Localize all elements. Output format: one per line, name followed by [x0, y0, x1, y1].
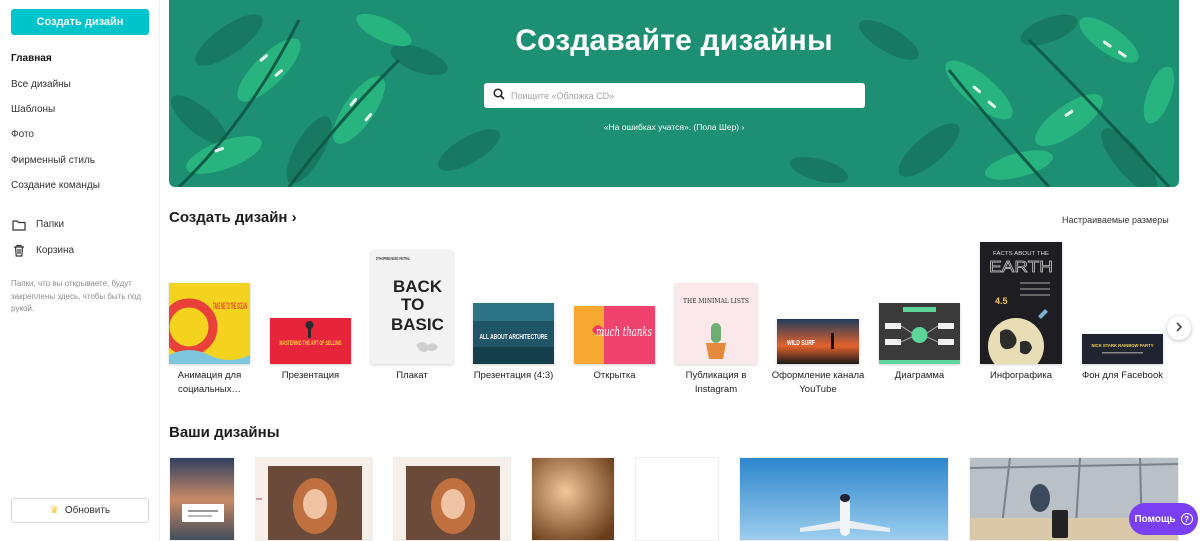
question-icon: ? [1180, 513, 1193, 525]
design-thumb-airplane[interactable] [739, 457, 949, 541]
template-thumb-text: much thanks [596, 325, 652, 340]
template-thumb-subtext: 20TH SPRING MUSIC FESTIVAL [376, 256, 410, 261]
svg-text:BACK: BACK [393, 277, 443, 296]
design-thumb-portrait-1[interactable] [255, 457, 373, 541]
template-thumb: much thanks [574, 306, 655, 364]
template-thumb: MASTERING THE ART OF SELLING [270, 318, 351, 364]
sidebar-item-folders[interactable]: Папки [11, 212, 74, 238]
template-label: Анимация для социальных… [177, 370, 242, 395]
template-thumb: FACTS ABOUT THE EARTH 4.5 [980, 242, 1062, 364]
custom-size-link[interactable]: Настраиваемые размеры [1062, 215, 1169, 225]
search-box[interactable] [484, 83, 865, 108]
template-thumb: WILD SURF [777, 319, 859, 364]
design-thumb-flowers[interactable] [531, 457, 615, 541]
template-thumb: NICK STARK RAINBOW PARTY [1082, 334, 1163, 364]
folder-icon [11, 218, 27, 232]
template-label: Презентация [281, 370, 340, 381]
svg-text:TO: TO [401, 295, 424, 314]
template-label: Открытка [593, 370, 636, 381]
search-input[interactable] [511, 90, 851, 101]
template-thumb: TAKE ME TO THE OCEAN [169, 283, 250, 364]
template-thumb-number: 4.5 [995, 296, 1008, 306]
sidebar-item-all-designs[interactable]: Все дизайны [11, 71, 100, 96]
upgrade-button[interactable]: ♛ Обновить [11, 498, 149, 523]
sidebar-secondary-nav: Папки Корзина [11, 212, 74, 263]
template-thumb: 20TH SPRING MUSIC FESTIVAL BACK TO BASIC [371, 250, 453, 364]
template-thumb: THE MINIMAL LISTS [675, 283, 757, 364]
template-label: Фон для Facebook [1082, 370, 1163, 381]
sidebar-item-trash-label: Корзина [36, 244, 75, 256]
template-label: Плакат [396, 370, 428, 381]
templates-next-button[interactable] [1167, 316, 1191, 340]
template-label: Презентация (4:3) [473, 370, 554, 381]
sidebar-item-templates[interactable]: Шаблоны [11, 97, 100, 122]
svg-text:BASIC: BASIC [391, 315, 444, 334]
sidebar-item-brand-kit[interactable]: Фирменный стиль [11, 148, 100, 173]
sidebar-item-trash[interactable]: Корзина [11, 238, 74, 264]
create-design-heading[interactable]: Создать дизайн › [169, 209, 297, 226]
pinned-folders-note: Папки, что вы открываете, будут закрепле… [11, 279, 141, 313]
sidebar-item-photos[interactable]: Фото [11, 122, 100, 147]
design-thumb-blank[interactable] [635, 457, 719, 541]
template-thumb: ALL ABOUT ARCHITECTURE [473, 303, 554, 364]
template-thumb-text: WILD SURF [787, 340, 816, 347]
template-thumb-text: ALL ABOUT ARCHITECTURE [480, 334, 548, 341]
trash-icon [11, 243, 27, 257]
template-label: Оформление канала YouTube [771, 370, 865, 395]
template-thumb-text: TAKE ME TO THE OCEAN [213, 301, 247, 311]
your-designs-heading: Ваши дизайны [169, 424, 280, 441]
create-design-button[interactable]: Создать дизайн [11, 9, 149, 35]
crown-icon: ♛ [49, 505, 59, 516]
template-label: Публикация в Instagram [685, 370, 747, 395]
help-button[interactable]: Помощь ? [1129, 503, 1198, 535]
hero-title: Создавайте дизайны [515, 24, 833, 57]
sidebar-item-create-team[interactable]: Создание команды [11, 173, 100, 198]
template-thumb-subtext: FACTS ABOUT THE [993, 251, 1049, 257]
design-thumb-portrait-2[interactable] [393, 457, 511, 541]
hero-banner: Создавайте дизайны «На ошибках учатся». … [169, 0, 1179, 187]
template-thumb-text: EARTH [989, 259, 1053, 276]
sidebar-item-home[interactable]: Главная [11, 46, 100, 71]
chevron-right-icon [1175, 319, 1183, 337]
upgrade-label: Обновить [64, 505, 111, 516]
search-icon [493, 87, 505, 105]
design-thumb-lake[interactable] [169, 457, 235, 541]
help-label: Помощь [1134, 513, 1176, 525]
hero-quote-link[interactable]: «На ошибках учатся». (Пола Шер) › [169, 122, 1179, 132]
template-thumb-text: NICK STARK RAINBOW PARTY [1092, 343, 1154, 348]
sidebar-item-folders-label: Папки [36, 219, 65, 231]
template-thumb [879, 303, 960, 364]
sidebar-nav: Главная Все дизайны Шаблоны Фото Фирменн… [11, 46, 100, 198]
template-thumb-text: MASTERING THE ART OF SELLING [280, 341, 342, 347]
template-label: Диаграмма [894, 370, 945, 381]
template-thumb-text: THE MINIMAL LISTS [683, 298, 749, 305]
template-label: Инфографика [990, 370, 1052, 381]
sidebar: Создать дизайн Главная Все дизайны Шабло… [0, 0, 160, 541]
